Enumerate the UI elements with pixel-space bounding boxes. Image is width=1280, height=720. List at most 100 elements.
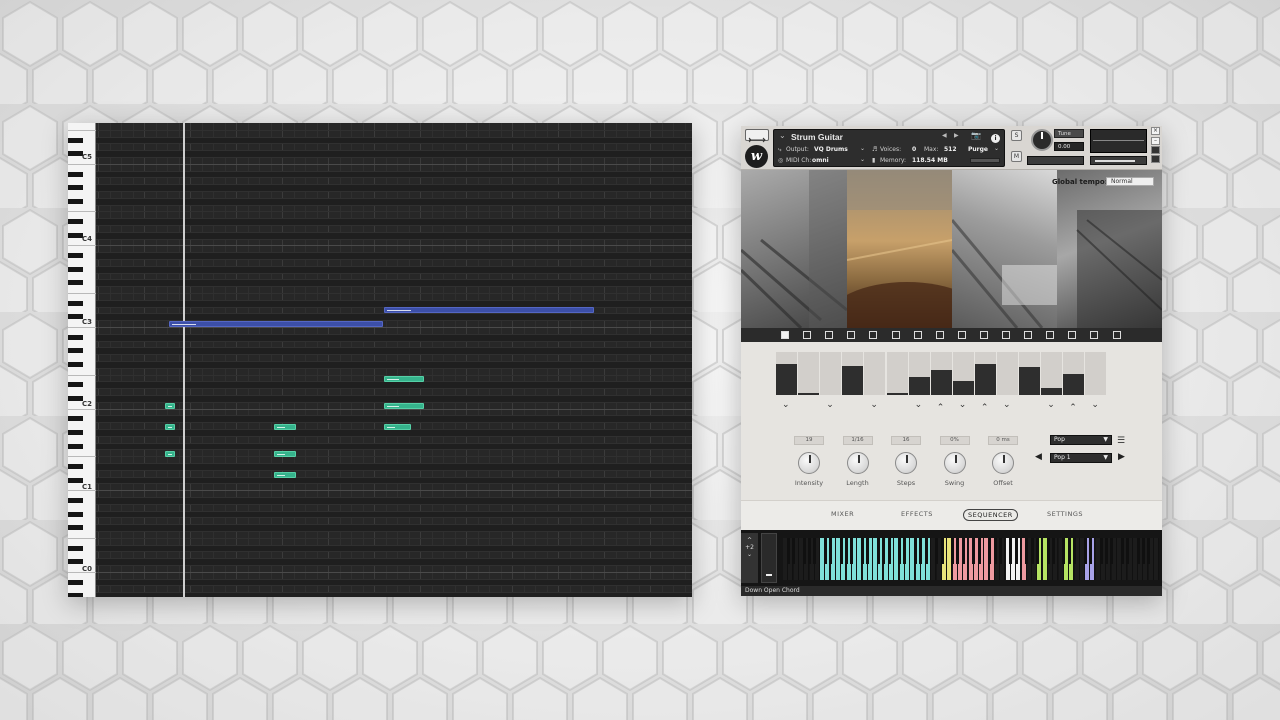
piano-black-key[interactable]: [68, 314, 83, 320]
playhead[interactable]: [183, 123, 185, 597]
next-arrow-icon[interactable]: ▶: [954, 132, 959, 139]
offset-knob[interactable]: [992, 452, 1014, 474]
sequencer-step-bar[interactable]: [820, 352, 842, 395]
keyboard-black-key[interactable]: [1067, 538, 1071, 564]
sequencer-step-bar[interactable]: [842, 352, 864, 395]
info-icon[interactable]: i: [991, 134, 1000, 143]
keyboard-black-key[interactable]: [972, 538, 976, 564]
global-tempo-select[interactable]: Normal: [1106, 177, 1154, 186]
piano-keyboard[interactable]: C5 C4 C3 C2 C1 C0: [68, 123, 96, 597]
knob-value-offset[interactable]: 0 ms: [988, 436, 1018, 445]
midi-note[interactable]: [165, 424, 175, 430]
piano-black-key[interactable]: [68, 579, 83, 585]
instrument-name[interactable]: Strum Guitar: [791, 132, 843, 142]
prev-pattern-icon[interactable]: ◀: [1035, 452, 1042, 462]
knob-value-steps[interactable]: 16: [891, 436, 921, 445]
chevron-down-icon[interactable]: ⌄: [1047, 400, 1055, 410]
piano-black-key[interactable]: [68, 137, 83, 143]
instrument-keyboard[interactable]: ^ +2 ⌄: [741, 530, 1162, 586]
midi-note[interactable]: [274, 472, 296, 478]
chevron-down-icon[interactable]: ⌄: [915, 400, 923, 410]
sequencer-step-bar[interactable]: [974, 352, 996, 395]
keyboard-black-key[interactable]: [845, 538, 849, 564]
minimize-icon[interactable]: –: [1151, 137, 1160, 145]
keyboard-black-key[interactable]: [1062, 538, 1066, 564]
pattern-dropdown[interactable]: Pop 1 ▼: [1050, 453, 1112, 463]
chevron-down-icon[interactable]: ⌄: [1003, 400, 1011, 410]
chevron-down-icon[interactable]: ⌄: [860, 156, 865, 163]
chevron-down-icon[interactable]: ⌄: [959, 400, 967, 410]
midi-note[interactable]: [384, 376, 424, 382]
piano-black-key[interactable]: [68, 362, 83, 367]
chevron-down-icon[interactable]: ⌄: [826, 400, 834, 410]
piano-black-key[interactable]: [68, 300, 83, 306]
keyboard-black-key[interactable]: [988, 538, 992, 564]
keyboard-black-key[interactable]: [1099, 538, 1103, 564]
keyboard-black-key[interactable]: [1088, 538, 1092, 564]
sequencer-step-bar[interactable]: [1085, 352, 1107, 395]
midi-note[interactable]: [165, 403, 175, 409]
keyboard-black-key[interactable]: [1014, 538, 1018, 564]
keyboard-black-key[interactable]: [1035, 538, 1039, 564]
keyboard-black-key[interactable]: [998, 538, 1002, 564]
keyboard-black-key[interactable]: [1046, 538, 1050, 564]
output-value[interactable]: VQ Drums: [814, 146, 848, 153]
sequencer-step-bar[interactable]: [886, 352, 908, 395]
chevron-down-icon[interactable]: ⌄: [1091, 400, 1099, 410]
pv-icon[interactable]: [1151, 155, 1160, 163]
piano-black-key[interactable]: [68, 348, 83, 354]
tune-knob[interactable]: [1031, 129, 1053, 151]
piano-black-key[interactable]: [68, 171, 83, 177]
keyboard-black-key[interactable]: [850, 538, 854, 564]
sequencer-step-bar[interactable]: [997, 352, 1018, 395]
length-knob[interactable]: [846, 452, 869, 474]
chevron-up-icon[interactable]: ^: [741, 537, 758, 544]
piano-black-key[interactable]: [68, 416, 83, 422]
keyboard-black-key[interactable]: [1110, 538, 1114, 564]
keyboard-black-key[interactable]: [1147, 538, 1151, 564]
piano-black-key[interactable]: [68, 266, 83, 272]
keyboard-black-key[interactable]: [866, 538, 870, 564]
aux-icon[interactable]: [1151, 146, 1160, 154]
sequencer-step-bar[interactable]: [930, 352, 952, 395]
sequencer-step-bar[interactable]: [908, 352, 930, 395]
keyboard-black-key[interactable]: [1120, 538, 1124, 564]
keyboard-black-key[interactable]: [829, 538, 833, 564]
piano-black-key[interactable]: [68, 219, 83, 225]
piano-black-key[interactable]: [68, 477, 83, 483]
keyboard-black-key[interactable]: [1083, 538, 1087, 564]
keyboard-black-key[interactable]: [882, 538, 886, 564]
sequencer-step-bar[interactable]: [798, 352, 820, 395]
keyboard-black-key[interactable]: [1136, 538, 1140, 564]
piano-black-key[interactable]: [68, 334, 83, 340]
menu-icon[interactable]: ☰: [1117, 436, 1125, 446]
keyboard-black-key[interactable]: [1073, 538, 1076, 564]
piano-black-key[interactable]: [68, 198, 83, 204]
octave-shift-control[interactable]: ^ +2 ⌄: [741, 533, 758, 583]
tune-value[interactable]: 0.00: [1054, 142, 1084, 151]
piano-black-key[interactable]: [68, 232, 83, 238]
keyboard-black-key[interactable]: [935, 538, 939, 564]
note-grid[interactable]: [96, 123, 692, 597]
knob-value-length[interactable]: 1/16: [842, 436, 873, 445]
piano-black-key[interactable]: [68, 280, 83, 286]
pan-slider[interactable]: [1027, 156, 1084, 165]
sequencer-step-bar[interactable]: [864, 352, 886, 395]
keyboard-black-key[interactable]: [1009, 538, 1013, 564]
max-value[interactable]: 512: [944, 146, 957, 153]
keyboard-black-key[interactable]: [1025, 538, 1029, 564]
keyboard-black-key[interactable]: [813, 538, 817, 564]
keyboard-black-key[interactable]: [940, 538, 944, 564]
piano-black-key[interactable]: [68, 545, 83, 551]
sequencer-step-bar[interactable]: [1019, 352, 1041, 395]
keyboard-black-key[interactable]: [808, 538, 811, 564]
intensity-knob[interactable]: [798, 452, 820, 474]
midi-note[interactable]: [274, 424, 296, 430]
piano-black-key[interactable]: [68, 464, 83, 469]
midi-note[interactable]: [384, 403, 424, 409]
chevron-down-icon[interactable]: ⌄: [870, 400, 878, 410]
chevron-down-icon[interactable]: ⌄: [860, 145, 865, 152]
chevron-up-icon[interactable]: ⌃: [937, 403, 945, 413]
keyboard-black-key[interactable]: [1104, 538, 1108, 564]
tab-effects[interactable]: EFFECTS: [901, 510, 933, 518]
